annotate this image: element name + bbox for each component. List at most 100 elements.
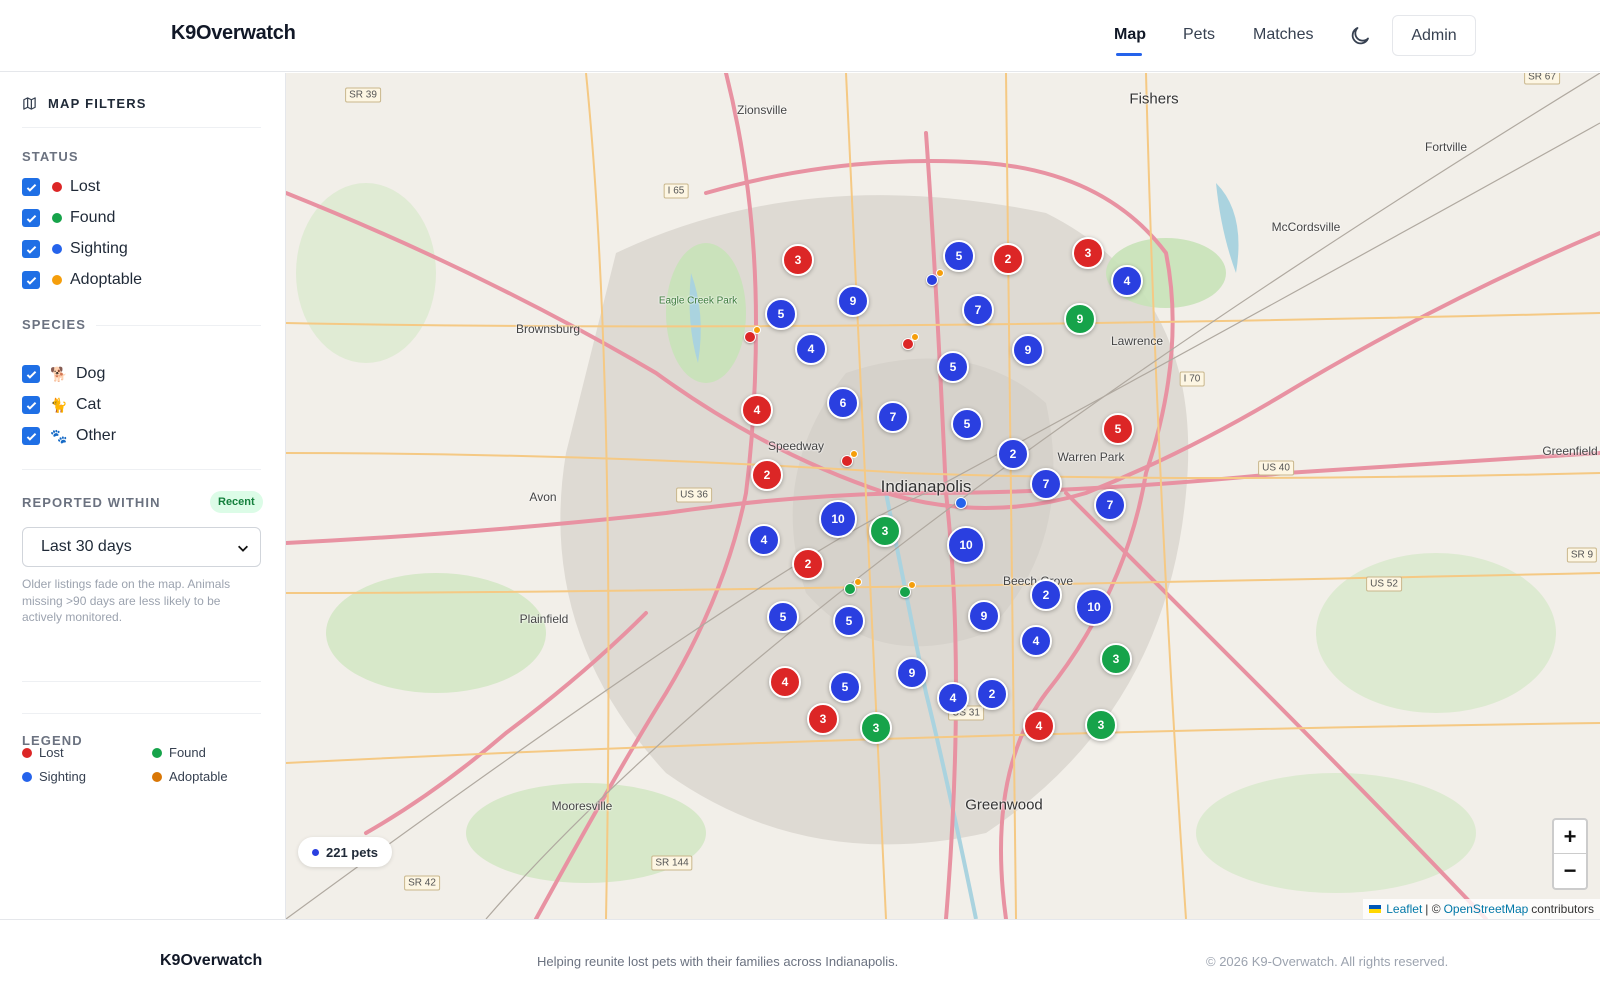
map-cluster-sighting[interactable]: 10	[1075, 588, 1113, 626]
status-filter-found[interactable]: Found	[22, 207, 115, 229]
nav-tab-matches[interactable]: Matches	[1253, 26, 1313, 44]
map-cluster-sighting[interactable]: 9	[896, 657, 928, 689]
found-dot-icon	[52, 213, 62, 223]
checkbox[interactable]	[22, 209, 40, 227]
map-cluster-sighting[interactable]: 4	[937, 682, 969, 714]
checkbox[interactable]	[22, 240, 40, 258]
paw-icon: 🐾	[50, 427, 68, 444]
map-cluster-sighting[interactable]: 4	[748, 524, 780, 556]
map-cluster-sighting[interactable]: 9	[968, 600, 1000, 632]
moon-icon	[1351, 27, 1369, 45]
cat-icon: 🐈	[50, 396, 68, 413]
map-cluster-sighting[interactable]: 9	[837, 285, 869, 317]
map-cluster-sighting[interactable]: 7	[1030, 468, 1062, 500]
map-cluster-sighting[interactable]: 5	[951, 408, 983, 440]
map-cluster-sighting[interactable]: 7	[962, 294, 994, 326]
zoom-out-button[interactable]: −	[1554, 854, 1586, 888]
route-shield: SR 9	[1566, 547, 1598, 563]
route-shield: US 40	[1258, 460, 1294, 476]
map-cluster-sighting[interactable]: 7	[1094, 489, 1126, 521]
select-value: Last 30 days	[41, 538, 132, 555]
map-cluster-sighting[interactable]: 9	[1012, 334, 1044, 366]
species-filter-other[interactable]: 🐾 Other	[22, 425, 116, 447]
footer-copyright: © 2026 K9-Overwatch. All rights reserved…	[1206, 954, 1449, 969]
map-cluster-sighting[interactable]: 4	[1111, 265, 1143, 297]
map-cluster-sighting[interactable]: 4	[795, 333, 827, 365]
map-cluster-found[interactable]: 3	[1100, 643, 1132, 675]
map-cluster-sighting[interactable]: 2	[1030, 579, 1062, 611]
place-label-greenfield: Greenfield	[1542, 444, 1598, 458]
map-cluster-lost[interactable]: 3	[782, 244, 814, 276]
species-heading: SPECIES	[22, 317, 87, 332]
map-cluster-lost[interactable]: 3	[1072, 237, 1104, 269]
place-label-warren-park: Warren Park	[1057, 450, 1125, 464]
status-filter-sighting[interactable]: Sighting	[22, 238, 128, 260]
map-cluster-sighting[interactable]: 10	[947, 526, 985, 564]
map-canvas[interactable]: Indianapolis Fishers Greenwood Zionsvill…	[286, 73, 1600, 919]
map-cluster-found[interactable]: 3	[869, 515, 901, 547]
map-cluster-lost[interactable]: 4	[1023, 710, 1055, 742]
nav-tab-pets[interactable]: Pets	[1183, 26, 1215, 44]
legend-item-found: Found	[152, 745, 206, 760]
nav-tab-map[interactable]: Map	[1114, 26, 1146, 44]
page-footer: K9Overwatch Helping reunite lost pets wi…	[0, 919, 1600, 1000]
filters-title: MAP FILTERS	[48, 96, 147, 111]
attribution-separator: | ©	[1425, 902, 1441, 916]
reported-within-select[interactable]: Last 30 days	[22, 527, 261, 567]
checkbox[interactable]	[22, 178, 40, 196]
map-cluster-lost[interactable]: 2	[792, 548, 824, 580]
map-cluster-found[interactable]: 9	[1064, 303, 1096, 335]
route-shield: SR 67	[1524, 73, 1560, 85]
map-cluster-sighting[interactable]: 4	[1020, 625, 1052, 657]
map-cluster-sighting[interactable]: 5	[943, 240, 975, 272]
map-cluster-lost[interactable]: 2	[751, 459, 783, 491]
map-cluster-lost[interactable]: 2	[992, 243, 1024, 275]
map-cluster-lost[interactable]: 4	[769, 666, 801, 698]
map-cluster-lost[interactable]: 3	[807, 703, 839, 735]
place-label-indianapolis: Indianapolis	[880, 477, 972, 496]
map-pin[interactable]	[955, 497, 967, 509]
status-heading: STATUS	[22, 149, 79, 164]
zoom-in-button[interactable]: +	[1554, 820, 1586, 854]
checkbox[interactable]	[22, 271, 40, 289]
status-filter-adoptable[interactable]: Adoptable	[22, 269, 142, 291]
admin-button[interactable]: Admin	[1392, 15, 1476, 56]
attribution-suffix: contributors	[1531, 902, 1594, 916]
map-cluster-found[interactable]: 3	[1085, 709, 1117, 741]
map-cluster-sighting[interactable]: 5	[829, 671, 861, 703]
app-logo[interactable]: K9Overwatch	[171, 22, 296, 45]
checkbox[interactable]	[22, 427, 40, 445]
map-cluster-lost[interactable]: 5	[1102, 413, 1134, 445]
zoom-control: + −	[1552, 818, 1588, 890]
map-cluster-sighting[interactable]: 2	[997, 438, 1029, 470]
adoptable-dot-icon	[152, 771, 162, 782]
theme-toggle-button[interactable]	[1348, 24, 1372, 48]
map-cluster-sighting[interactable]: 5	[767, 601, 799, 633]
map-cluster-sighting[interactable]: 7	[877, 401, 909, 433]
checkbox[interactable]	[22, 365, 40, 383]
map-cluster-sighting[interactable]: 5	[765, 298, 797, 330]
status-label: Found	[70, 209, 116, 226]
map-cluster-sighting[interactable]: 10	[819, 500, 857, 538]
pet-count-badge: 221 pets	[298, 837, 393, 867]
place-label-mooresville: Mooresville	[551, 799, 613, 813]
divider	[22, 713, 261, 714]
sighting-dot-icon	[22, 771, 32, 782]
place-label-plainfield: Plainfield	[519, 612, 569, 626]
map-pin	[908, 581, 916, 589]
species-filter-cat[interactable]: 🐈 Cat	[22, 394, 101, 416]
map-cluster-sighting[interactable]: 5	[937, 351, 969, 383]
map-cluster-sighting[interactable]: 6	[827, 387, 859, 419]
map-cluster-found[interactable]: 3	[860, 712, 892, 744]
route-shield: US 36	[676, 487, 712, 503]
species-filter-dog[interactable]: 🐕 Dog	[22, 363, 105, 385]
route-shield: US 52	[1366, 576, 1402, 592]
status-filter-lost[interactable]: Lost	[22, 176, 100, 198]
map-cluster-lost[interactable]: 4	[741, 394, 773, 426]
place-label-fortville: Fortville	[1424, 140, 1468, 154]
checkbox[interactable]	[22, 396, 40, 414]
map-cluster-sighting[interactable]: 5	[833, 605, 865, 637]
map-cluster-sighting[interactable]: 2	[976, 678, 1008, 710]
osm-link[interactable]: OpenStreetMap	[1444, 902, 1529, 916]
leaflet-link[interactable]: Leaflet	[1386, 902, 1422, 916]
